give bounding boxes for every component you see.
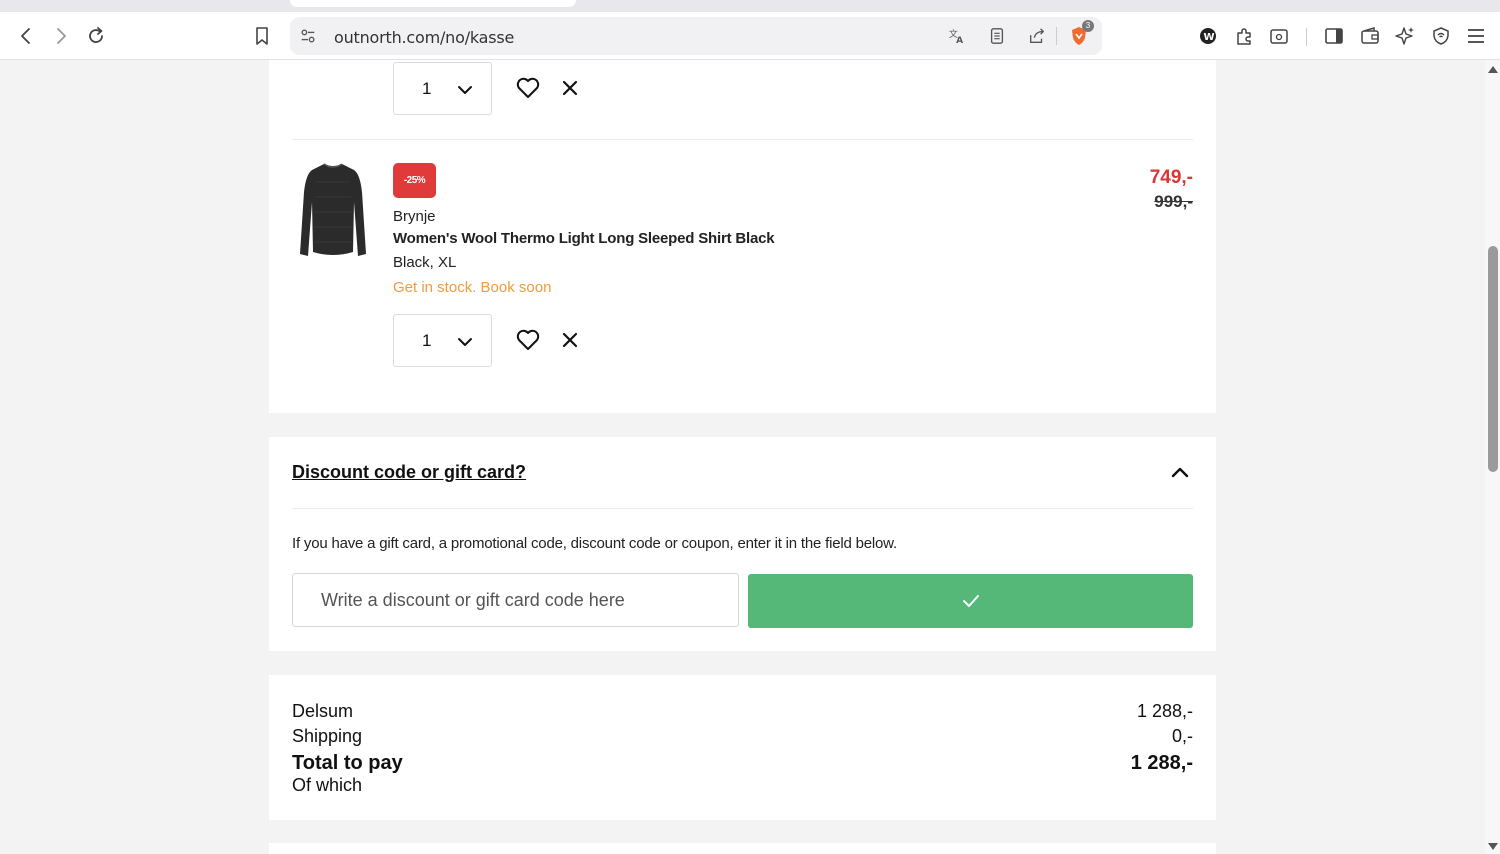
order-summary-card bbox=[269, 675, 1216, 820]
shipping-label: Shipping bbox=[292, 726, 363, 746]
discount-code-input[interactable] bbox=[292, 573, 739, 627]
discount-help-text: If you have a gift card, a promotional c… bbox=[292, 535, 897, 552]
next-card bbox=[269, 843, 1216, 854]
subtotal-row: Delsum 1 288,- bbox=[292, 701, 1193, 722]
quantity-select[interactable]: 1 bbox=[393, 314, 492, 367]
browser-toolbar: outnorth.com/no/kasse 文A 3 W bbox=[0, 12, 1500, 60]
forward-icon[interactable] bbox=[49, 24, 73, 48]
product-variant: Black, XL bbox=[393, 254, 457, 271]
quantity-select[interactable]: 1 bbox=[393, 62, 492, 115]
total-value: 1 288,- bbox=[1130, 752, 1193, 774]
remove-item-icon[interactable] bbox=[559, 77, 581, 99]
shipping-row: Shipping 0,- bbox=[292, 726, 1193, 747]
url-text: outnorth.com/no/kasse bbox=[334, 28, 515, 47]
address-bar[interactable]: outnorth.com/no/kasse 文A bbox=[290, 17, 1102, 55]
discount-badge: -25% bbox=[393, 163, 436, 198]
shields-count-badge: 3 bbox=[1082, 20, 1094, 32]
stock-status: Get in stock. Book soon bbox=[393, 279, 552, 296]
scroll-up-icon[interactable] bbox=[1488, 66, 1498, 73]
wallet-account-icon[interactable]: W bbox=[1196, 24, 1220, 48]
menu-icon[interactable] bbox=[1464, 24, 1488, 48]
chevron-down-icon bbox=[458, 86, 472, 94]
quantity-value: 1 bbox=[422, 79, 432, 98]
wishlist-heart-icon[interactable] bbox=[515, 327, 541, 353]
product-name[interactable]: Women's Wool Thermo Light Long Sleeped S… bbox=[393, 230, 775, 247]
apply-discount-button[interactable] bbox=[748, 574, 1193, 628]
reload-icon[interactable] bbox=[84, 24, 108, 48]
share-icon[interactable] bbox=[1026, 25, 1048, 47]
url-separator bbox=[1056, 27, 1057, 45]
bookmark-icon[interactable] bbox=[250, 24, 274, 48]
svg-text:W: W bbox=[1204, 32, 1215, 43]
of-which-row: Of which bbox=[292, 775, 1193, 796]
sidebar-icon[interactable] bbox=[1322, 24, 1346, 48]
leo-ai-icon[interactable] bbox=[1393, 24, 1417, 48]
product-brand: Brynje bbox=[393, 208, 436, 225]
shipping-value: 0,- bbox=[1171, 726, 1193, 746]
reader-mode-icon[interactable] bbox=[986, 25, 1008, 47]
checkmark-icon bbox=[962, 595, 979, 607]
vpn-icon[interactable] bbox=[1429, 24, 1453, 48]
item-divider bbox=[292, 139, 1193, 140]
subtotal-label: Delsum bbox=[292, 701, 354, 721]
translate-icon[interactable]: 文A bbox=[946, 25, 968, 47]
svg-text:A: A bbox=[956, 36, 963, 45]
page-scrollbar[interactable] bbox=[1485, 60, 1500, 854]
of-which-label: Of which bbox=[292, 775, 363, 795]
tab-strip bbox=[0, 0, 1500, 12]
product-image[interactable] bbox=[296, 162, 370, 260]
scroll-down-icon[interactable] bbox=[1488, 843, 1498, 850]
chevron-up-icon[interactable] bbox=[1169, 461, 1191, 483]
sale-price: 749,- bbox=[1149, 167, 1193, 188]
total-row: Total to pay 1 288,- bbox=[292, 752, 1193, 775]
site-settings-icon[interactable] bbox=[297, 25, 319, 47]
total-label: Total to pay bbox=[292, 752, 403, 774]
discount-divider bbox=[292, 508, 1193, 509]
remove-item-icon[interactable] bbox=[559, 329, 581, 351]
wishlist-heart-icon[interactable] bbox=[515, 75, 541, 101]
active-tab[interactable] bbox=[290, 0, 576, 7]
subtotal-value: 1 288,- bbox=[1136, 701, 1193, 721]
discount-toggle-title[interactable]: Discount code or gift card? bbox=[292, 462, 526, 483]
extensions-icon[interactable] bbox=[1232, 24, 1256, 48]
scrollbar-thumb[interactable] bbox=[1488, 246, 1498, 472]
quantity-value: 1 bbox=[422, 331, 432, 350]
toolbar-separator bbox=[1306, 28, 1307, 46]
tab-search-icon[interactable] bbox=[1267, 24, 1291, 48]
back-icon[interactable] bbox=[14, 24, 38, 48]
original-price: 999,- bbox=[1154, 192, 1193, 211]
chevron-down-icon bbox=[458, 338, 472, 346]
wallet-icon[interactable] bbox=[1358, 24, 1382, 48]
